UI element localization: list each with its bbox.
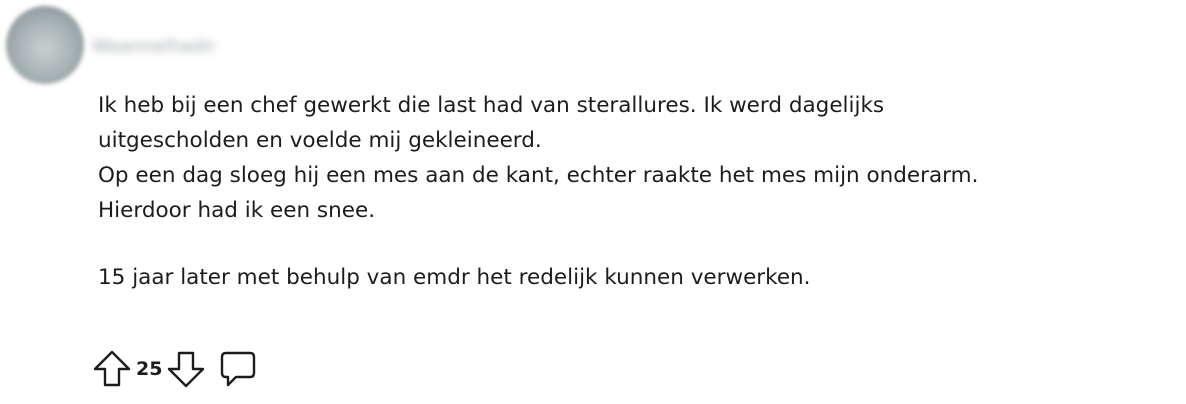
- comment-line: Ik heb bij een chef gewerkt die last had…: [98, 93, 885, 118]
- comment-line: uitgescholden en voelde mij gekleineerd.: [98, 128, 542, 153]
- vote-count: 25: [136, 358, 163, 380]
- comment-line: Op een dag sloeg hij een mes aan de kant…: [98, 163, 979, 188]
- comment-card: Waannelhadn Ik heb bij een chef gewerkt …: [0, 0, 1186, 404]
- upvote-button[interactable]: [92, 347, 132, 391]
- reply-button[interactable]: [218, 347, 258, 391]
- downvote-button[interactable]: [166, 347, 206, 391]
- speech-bubble-icon: [221, 351, 256, 387]
- comment-actions: 25: [92, 346, 258, 392]
- author-name[interactable]: Waannelhadn: [92, 34, 215, 60]
- avatar[interactable]: [6, 6, 84, 84]
- comment-line: 15 jaar later met behulp van emdr het re…: [98, 265, 811, 290]
- arrow-up-outline-icon: [93, 350, 131, 387]
- comment-line: Hierdoor had ik een snee.: [98, 198, 376, 223]
- comment-body: Ik heb bij een chef gewerkt die last had…: [98, 88, 1178, 295]
- arrow-down-outline-icon: [168, 351, 205, 388]
